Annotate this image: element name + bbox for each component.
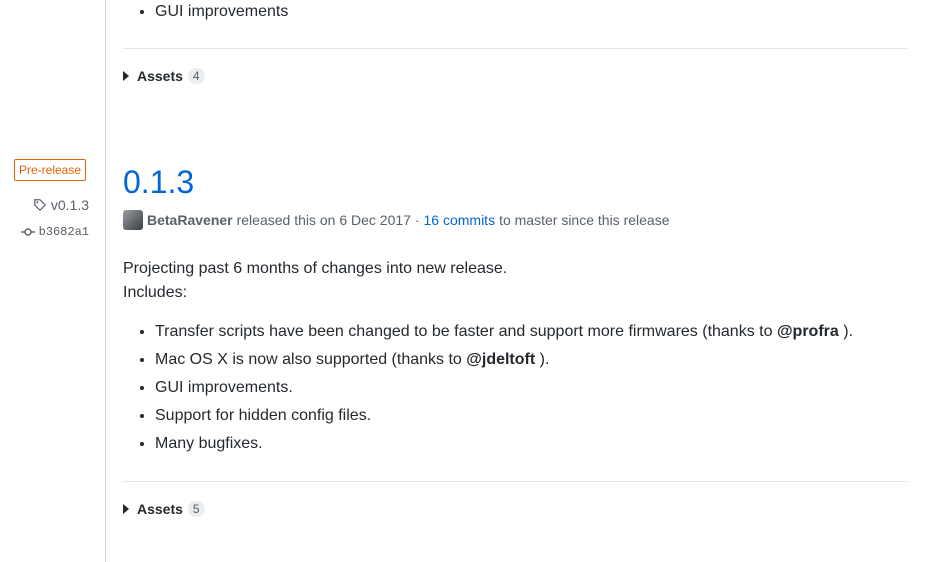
- assets-toggle[interactable]: Assets 5: [123, 501, 205, 517]
- assets-label: Assets: [137, 501, 183, 517]
- assets-count: 5: [187, 501, 205, 517]
- release-meta: BetaRavener released this on 6 Dec 2017 …: [123, 210, 669, 230]
- divider: [123, 48, 907, 49]
- released-text: released this on 6 Dec 2017 ·: [236, 212, 420, 228]
- mention-link[interactable]: @profra: [777, 323, 839, 340]
- commit-link[interactable]: b3682a1: [20, 225, 89, 239]
- commit-sha: b3682a1: [38, 225, 89, 239]
- prerelease-badge: Pre-release: [14, 159, 87, 181]
- timeline-divider: [105, 0, 106, 562]
- list-item: Transfer scripts have been changed to be…: [155, 320, 853, 344]
- commits-suffix: to master since this release: [499, 212, 670, 228]
- assets-label: Assets: [137, 68, 183, 84]
- commits-link[interactable]: 16 commits: [424, 212, 496, 228]
- release-description: Projecting past 6 months of changes into…: [123, 257, 507, 305]
- previous-release-notes: GUI improvements: [123, 0, 288, 24]
- list-item: GUI improvements: [155, 0, 288, 24]
- release-tag-link[interactable]: v0.1.3: [33, 197, 89, 213]
- list-item: Support for hidden config files.: [155, 404, 853, 428]
- mention-link[interactable]: @jdeltoft: [466, 351, 535, 368]
- tag-label: v0.1.3: [50, 197, 89, 213]
- tag-icon: [33, 199, 46, 211]
- list-item: Many bugfixes.: [155, 432, 853, 456]
- caret-right-icon: [123, 71, 129, 81]
- intro-line: Includes:: [123, 284, 188, 301]
- author-link[interactable]: BetaRavener: [147, 212, 233, 228]
- assets-count: 4: [187, 68, 205, 84]
- release-notes: Transfer scripts have been changed to be…: [123, 320, 853, 460]
- list-item: GUI improvements.: [155, 376, 853, 400]
- divider: [123, 481, 907, 482]
- commit-icon: [20, 228, 35, 236]
- intro-line: Projecting past 6 months of changes into…: [123, 260, 508, 277]
- release-title[interactable]: 0.1.3: [123, 160, 194, 204]
- avatar[interactable]: [123, 210, 143, 230]
- assets-toggle-previous[interactable]: Assets 4: [123, 68, 205, 84]
- list-item: Mac OS X is now also supported (thanks t…: [155, 348, 853, 372]
- caret-right-icon: [123, 504, 129, 514]
